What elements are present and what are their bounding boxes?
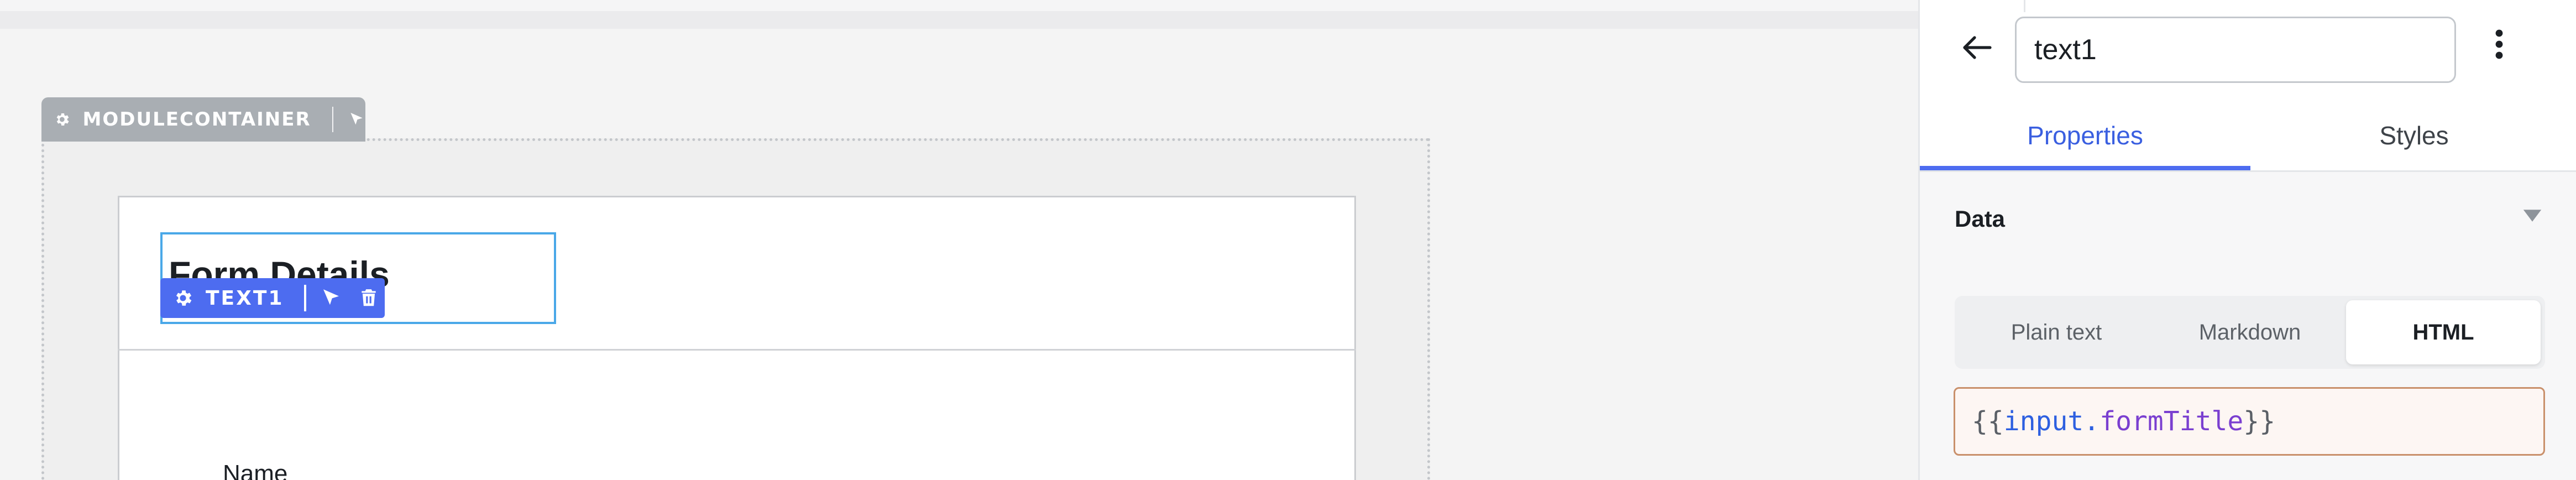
inspector-panel: Properties Styles Data Plain text Markdo…	[1918, 0, 2576, 480]
code-dot: .	[2083, 406, 2100, 437]
inspector-top-divider	[2024, 0, 2025, 12]
form-divider	[118, 349, 1356, 351]
caret-down-icon[interactable]	[2522, 208, 2542, 223]
app-root: MODULECONTAINER Form Details TEXT1 Name	[0, 0, 2576, 480]
pointer-icon[interactable]	[320, 286, 343, 310]
text1-tag[interactable]: TEXT1	[160, 278, 385, 318]
trash-icon[interactable]	[358, 287, 379, 309]
code-open-brace: {{	[1972, 406, 2004, 437]
component-name-input[interactable]	[2015, 17, 2456, 83]
name-field-label: Name	[223, 460, 288, 480]
pointer-icon[interactable]	[348, 108, 365, 131]
format-segmented-control: Plain text Markdown HTML	[1955, 296, 2545, 369]
active-tab-indicator	[1920, 166, 2250, 170]
more-vertical-icon[interactable]	[2494, 28, 2505, 61]
section-title-data[interactable]: Data	[1955, 206, 2005, 232]
gear-icon[interactable]	[172, 288, 193, 309]
arrow-left-icon[interactable]	[1961, 34, 1992, 61]
format-option-plain-text[interactable]: Plain text	[1959, 300, 2154, 364]
module-container-tag[interactable]: MODULECONTAINER	[41, 97, 365, 142]
code-object: input	[2003, 406, 2084, 437]
top-strip-inner	[0, 0, 1918, 11]
format-option-markdown[interactable]: Markdown	[2153, 300, 2347, 364]
text1-tag-label: TEXT1	[206, 286, 284, 310]
code-property: formTitle	[2099, 406, 2244, 437]
module-container-label: MODULECONTAINER	[82, 108, 311, 131]
tag-separator	[303, 285, 306, 311]
top-strip	[0, 0, 1918, 29]
gear-icon[interactable]	[54, 108, 71, 131]
tab-styles[interactable]: Styles	[2250, 100, 2576, 171]
tag-separator	[332, 107, 333, 132]
format-option-html[interactable]: HTML	[2346, 300, 2541, 364]
code-close-brace: }}	[2243, 406, 2276, 437]
tab-properties[interactable]: Properties	[1920, 100, 2250, 171]
value-code-input[interactable]: {{ input . formTitle }}	[1954, 387, 2545, 456]
